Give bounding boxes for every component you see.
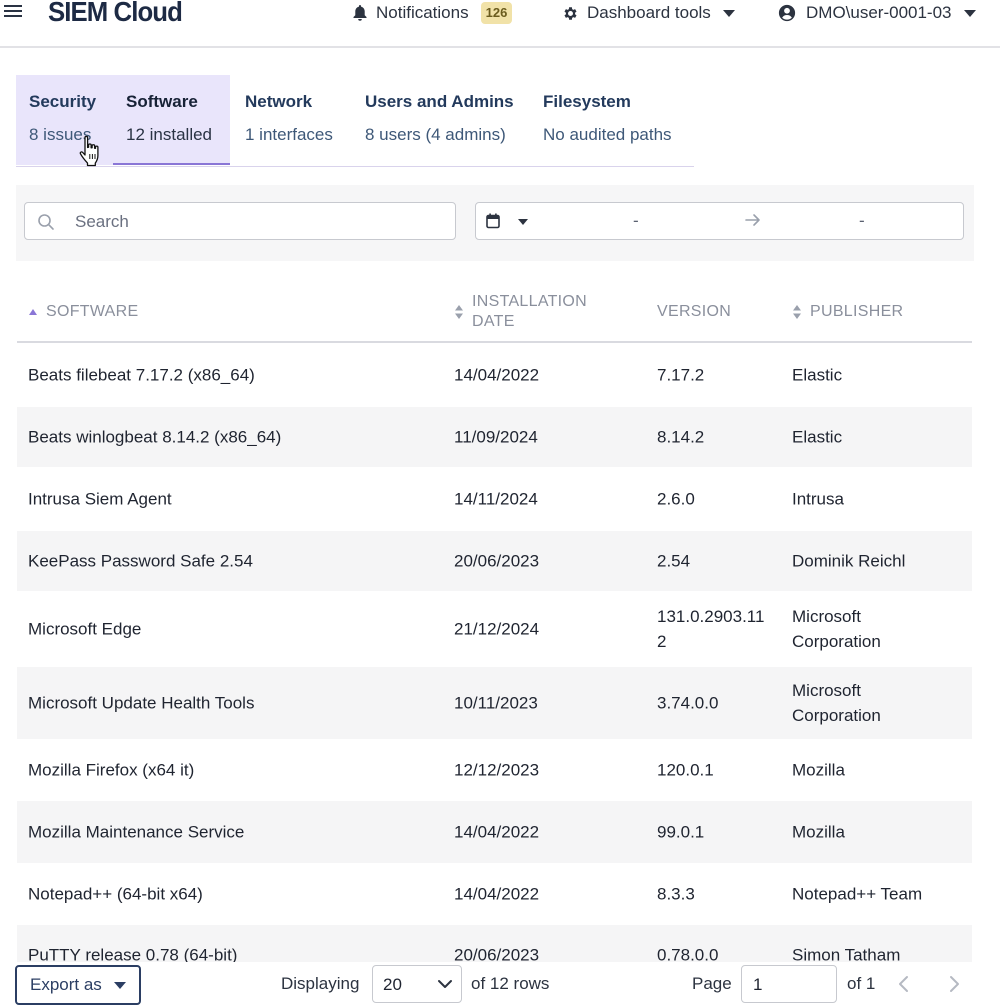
tab-title: Users and Admins: [365, 92, 514, 111]
table-row[interactable]: Mozilla Firefox (x64 it) 12/12/2023 120.…: [17, 739, 972, 801]
calendar-icon[interactable]: [486, 213, 500, 229]
table-row[interactable]: KeePass Password Safe 2.54 20/06/2023 2.…: [17, 531, 972, 591]
date-range-picker[interactable]: - -: [475, 202, 964, 240]
top-bar: SIEM Cloud Notifications 126 Dashboard t…: [0, 0, 1000, 48]
gear-icon: [564, 6, 577, 20]
notifications-count-badge: 126: [480, 2, 513, 24]
software-table: SOFTWARE INSTALLATION DATE VERSION PUBLI…: [17, 282, 972, 985]
chevron-down-icon: [438, 980, 452, 988]
search-input[interactable]: [73, 209, 447, 235]
previous-page-icon[interactable]: [894, 974, 914, 994]
tab-software[interactable]: Software 12 installed: [113, 75, 230, 165]
dashboard-tools-label: Dashboard tools: [587, 3, 711, 22]
tab-title: Software: [126, 92, 198, 111]
page-number-input[interactable]: [751, 973, 831, 997]
search-field: [24, 202, 456, 240]
bell-icon: [353, 5, 367, 21]
table-footer: Export as Displaying 20 of 12 rows Page …: [0, 962, 1000, 1005]
notifications-button[interactable]: Notifications 126: [352, 2, 513, 24]
tab-subtitle: 1 interfaces: [245, 125, 333, 144]
date-to[interactable]: -: [859, 211, 865, 231]
rows-count-label: of 12 rows: [471, 974, 550, 993]
tab-subtitle: 8 users (4 admins): [365, 125, 506, 144]
brand-logo[interactable]: SIEM Cloud: [48, 0, 183, 28]
table-row[interactable]: Notepad++ (64-bit x64) 14/04/2022 8.3.3 …: [17, 863, 972, 925]
user-avatar-icon: [778, 4, 796, 22]
notifications-label: Notifications: [376, 3, 469, 22]
column-header-version: VERSION: [657, 303, 732, 320]
filter-bar: - -: [16, 185, 974, 261]
date-from[interactable]: -: [633, 211, 639, 231]
search-icon: [38, 214, 54, 230]
page-size-value: 20: [383, 975, 402, 994]
tab-network[interactable]: Network 1 interfaces: [232, 75, 348, 165]
column-header-software[interactable]: SOFTWARE: [28, 302, 138, 322]
detail-tabs: Security 8 issues Software 12 installed …: [16, 75, 694, 167]
user-menu[interactable]: DMO\user-0001-03: [778, 2, 976, 24]
column-header-publisher[interactable]: PUBLISHER: [792, 302, 903, 322]
page-size-select[interactable]: 20: [372, 965, 462, 1003]
tab-title: Network: [245, 92, 313, 111]
tab-title: Filesystem: [543, 92, 631, 111]
table-row[interactable]: Mozilla Maintenance Service 14/04/2022 9…: [17, 801, 972, 863]
arrow-right-icon: [745, 214, 760, 226]
table-row[interactable]: Microsoft Edge 21/12/2024 131.0.2903.112…: [17, 591, 972, 667]
displaying-label: Displaying: [281, 974, 360, 993]
user-name: DMO\user-0001-03: [806, 3, 952, 22]
total-pages-label: of 1: [847, 974, 876, 993]
tab-subtitle: 12 installed: [126, 125, 213, 144]
export-label: Export as: [30, 975, 102, 994]
sort-ascending-icon: [29, 309, 37, 315]
tab-subtitle: No audited paths: [543, 125, 672, 144]
table-header: SOFTWARE INSTALLATION DATE VERSION PUBLI…: [17, 282, 972, 343]
export-button[interactable]: Export as: [15, 965, 141, 1005]
chevron-down-icon[interactable]: [518, 219, 528, 225]
table-row[interactable]: Beats winlogbeat 8.14.2 (x86_64) 11/09/2…: [17, 407, 972, 467]
dashboard-tools-menu[interactable]: Dashboard tools: [562, 2, 735, 24]
table-row[interactable]: Beats filebeat 7.17.2 (x86_64) 14/04/202…: [17, 343, 972, 407]
column-header-installation-date[interactable]: INSTALLATION DATE: [454, 292, 624, 332]
table-row[interactable]: Microsoft Update Health Tools 10/11/2023…: [17, 667, 972, 739]
next-page-icon[interactable]: [944, 974, 964, 994]
tab-filesystem[interactable]: Filesystem No audited paths: [530, 75, 694, 165]
page-number-field: [741, 965, 837, 1003]
menu-icon[interactable]: [4, 2, 22, 22]
chevron-down-icon: [113, 981, 126, 989]
chevron-down-icon: [963, 9, 976, 17]
chevron-down-icon: [722, 9, 735, 17]
table-row[interactable]: Intrusa Siem Agent 14/11/2024 2.6.0 Intr…: [17, 467, 972, 531]
hand-cursor-icon: [79, 135, 99, 167]
sort-icon: [455, 305, 463, 319]
tab-users-and-admins[interactable]: Users and Admins 8 users (4 admins): [352, 75, 527, 165]
page-label: Page: [692, 974, 732, 993]
tab-title: Security: [29, 92, 97, 111]
sort-icon: [793, 305, 801, 319]
